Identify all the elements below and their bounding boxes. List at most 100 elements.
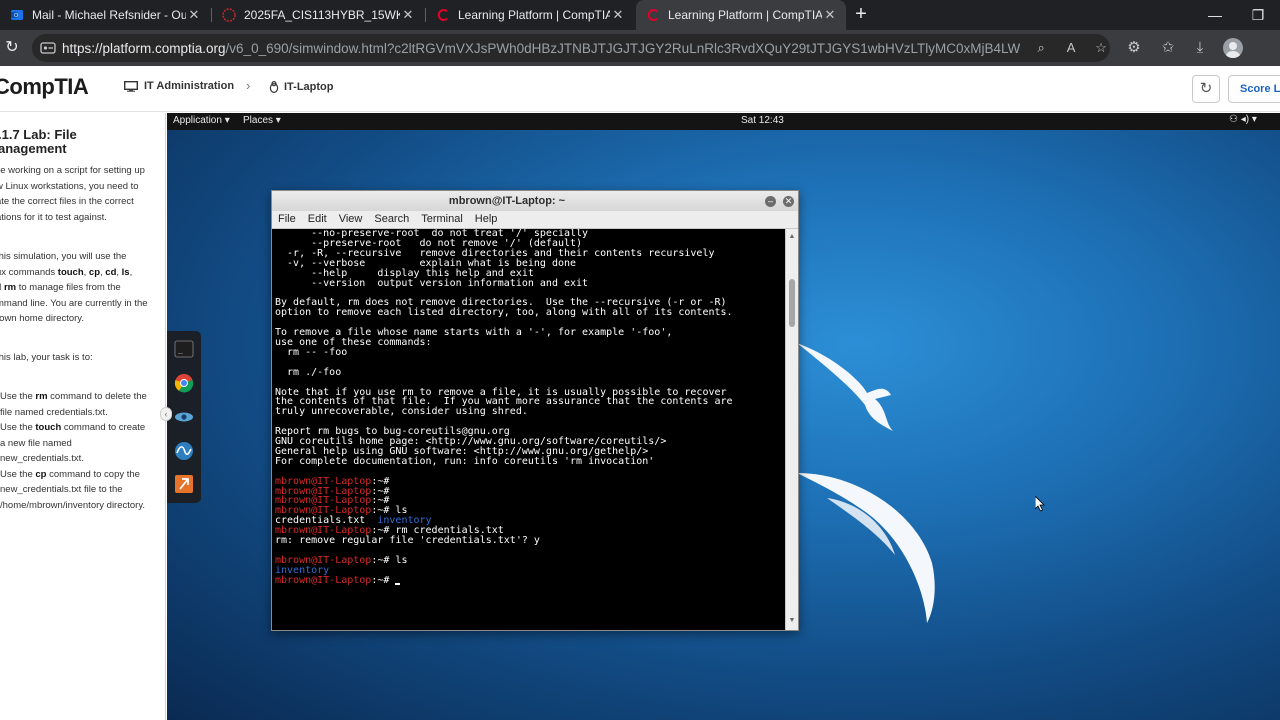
- site-info-icon[interactable]: [40, 40, 56, 56]
- read-aloud-icon[interactable]: A: [1062, 39, 1080, 57]
- scroll-down-icon[interactable]: ▼: [788, 617, 796, 625]
- terminal-line: rm: remove regular file 'credentials.txt…: [275, 536, 783, 546]
- tab-label: 2025FA_CIS113HYBR_15WK IT Hardware: [244, 8, 400, 22]
- url-path: /v6_0_690/simwindow.html?c2ltRGVmVXJsPWh…: [225, 40, 1021, 56]
- text: to manage files from the: [16, 282, 121, 293]
- maximize-window-button[interactable]: ❐: [1236, 0, 1280, 30]
- tab-close-button[interactable]: ✕: [822, 7, 838, 23]
- chrome-icon[interactable]: [174, 373, 194, 393]
- url-text[interactable]: https://platform.comptia.org/v6_0_690/si…: [62, 41, 1020, 56]
- new-tab-button[interactable]: +: [850, 4, 872, 26]
- eye-icon[interactable]: [174, 407, 194, 427]
- terminal-icon[interactable]: _: [174, 339, 194, 359]
- commands-line: this simulation, you will use the: [0, 251, 127, 262]
- task-item-cont: a new file named: [0, 437, 72, 449]
- menu-file[interactable]: File: [272, 211, 296, 228]
- breadcrumb-device[interactable]: IT-Laptop: [269, 81, 334, 93]
- minimize-window-button[interactable]: —: [1193, 0, 1237, 30]
- terminal-line: option to remove each listed directory, …: [275, 307, 733, 319]
- places-menu[interactable]: Places ▾: [243, 115, 281, 126]
- dock-collapse-button[interactable]: ‹: [160, 407, 172, 421]
- comptia-logo[interactable]: CompTIA: [0, 74, 89, 100]
- tab-label: Mail - Michael Refsnider - Outlook: [32, 8, 186, 22]
- terminal-titlebar[interactable]: mbrown@IT-Laptop: ~ – ✕: [272, 191, 798, 211]
- wireshark-icon[interactable]: [174, 441, 194, 461]
- tab-close-button[interactable]: ✕: [186, 7, 202, 23]
- outlook-icon: O: [11, 10, 23, 20]
- tab-college[interactable]: 2025FA_CIS113HYBR_15WK IT Hardware ✕: [212, 0, 424, 30]
- prompt-suffix: :~#: [371, 574, 396, 586]
- reload-icon[interactable]: ↻: [0, 36, 24, 60]
- scroll-thumb[interactable]: [789, 279, 795, 327]
- task-item-cont: new_credentials.txt.: [0, 453, 84, 464]
- tab-close-button[interactable]: ✕: [400, 7, 416, 23]
- penguin-icon: [269, 81, 279, 93]
- terminal-line: use one of these commands:: [275, 336, 432, 348]
- terminal-scrollbar[interactable]: ▲ ▼: [785, 229, 798, 630]
- menu-edit[interactable]: Edit: [302, 211, 327, 228]
- menu-terminal[interactable]: Terminal: [415, 211, 463, 228]
- text: Use the: [0, 422, 36, 433]
- url-host: https://platform.comptia.org: [61, 40, 226, 56]
- command-touch: touch: [57, 266, 84, 278]
- text: ux commands: [0, 266, 58, 278]
- commands-line: d rm to manage files from the: [0, 280, 162, 296]
- terminal-minimize-button[interactable]: –: [765, 196, 776, 207]
- svg-text:_: _: [178, 345, 183, 354]
- terminal-line: --version output version information and…: [275, 277, 589, 289]
- task-item: Use the cp command to copy the: [0, 467, 165, 483]
- commands-paragraph: this simulation, you will use the ux com…: [0, 249, 162, 327]
- task-item: Use the rm command to delete the: [0, 389, 165, 405]
- svg-text:O: O: [14, 13, 18, 19]
- terminal-close-button[interactable]: ✕: [783, 196, 794, 207]
- task-item-cont: new_credentials.txt file to the: [0, 484, 123, 495]
- menu-search[interactable]: Search: [368, 211, 409, 228]
- text: Use the: [0, 468, 36, 480]
- site-header: CompTIA IT Administration › IT-Laptop ↻ …: [0, 66, 1280, 112]
- intro-line: w Linux workstations, you need to: [0, 180, 139, 192]
- extensions-icon[interactable]: ⚙: [1124, 38, 1144, 58]
- terminal-output[interactable]: --no-preserve-root do not treat '/' spec…: [275, 229, 783, 629]
- panel-clock[interactable]: Sat 12:43: [741, 115, 784, 126]
- terminal-menubar: File Edit View Search Terminal Help: [272, 211, 798, 229]
- profile-icon[interactable]: [1223, 38, 1243, 58]
- tab-comptia-active[interactable]: Learning Platform | CompTIA ✕: [636, 0, 846, 30]
- burp-icon[interactable]: [174, 474, 194, 494]
- terminal-line: rm ./-foo: [275, 366, 342, 378]
- browser-tab-strip: O Mail - Michael Refsnider - Outlook ✕ 2…: [0, 0, 1280, 30]
- favorite-icon[interactable]: ☆: [1092, 39, 1110, 57]
- breadcrumb-device-label: IT-Laptop: [284, 81, 334, 93]
- text: command to copy the: [46, 468, 140, 480]
- menu-help[interactable]: Help: [469, 211, 498, 228]
- terminal-line: mbrown@IT-Laptop:~# ls: [275, 554, 783, 566]
- refresh-lab-button[interactable]: ↻: [1192, 75, 1220, 103]
- command-rm: rm: [3, 282, 17, 293]
- college-icon: [222, 8, 236, 22]
- typed-command: ls: [395, 554, 408, 566]
- downloads-icon[interactable]: ⤓: [1190, 38, 1210, 58]
- menu-view[interactable]: View: [333, 211, 363, 228]
- address-bar[interactable]: https://platform.comptia.org/v6_0_690/si…: [32, 34, 1110, 62]
- intro-line: ile working on a script for setting up: [0, 165, 145, 176]
- lab-title-line: .1.7 Lab: File: [0, 127, 77, 142]
- command-touch: touch: [35, 422, 62, 433]
- system-tray[interactable]: ⚇ ◂) ▾: [1229, 114, 1257, 125]
- tab-outlook[interactable]: O Mail - Michael Refsnider - Outlook ✕: [0, 0, 210, 30]
- score-lab-button[interactable]: Score Lab: [1228, 75, 1280, 103]
- instructions-panel: .1.7 Lab: File anagement ile working on …: [0, 113, 166, 720]
- tab-comptia-1[interactable]: Learning Platform | CompTIA ✕: [426, 0, 634, 30]
- scroll-up-icon[interactable]: ▲: [788, 233, 796, 241]
- favorites-icon[interactable]: ✩: [1158, 38, 1178, 58]
- zoom-icon[interactable]: ⌕: [1032, 39, 1050, 57]
- applications-menu[interactable]: Application ▾: [173, 115, 230, 126]
- task-item: Use the touch command to create: [0, 420, 165, 436]
- tab-close-button[interactable]: ✕: [610, 7, 626, 23]
- command-rm: rm: [35, 391, 48, 402]
- text: ,: [129, 266, 133, 278]
- breadcrumb-course[interactable]: IT Administration: [124, 80, 234, 92]
- terminal-line: ​: [275, 378, 783, 388]
- intro-line: ate the correct files in the correct: [0, 196, 134, 207]
- terminal-window[interactable]: mbrown@IT-Laptop: ~ – ✕ File Edit View S…: [271, 190, 799, 631]
- lab-title-line: anagement: [0, 141, 67, 156]
- browser-toolbar: ↻ https://platform.comptia.org/v6_0_690/…: [0, 30, 1280, 66]
